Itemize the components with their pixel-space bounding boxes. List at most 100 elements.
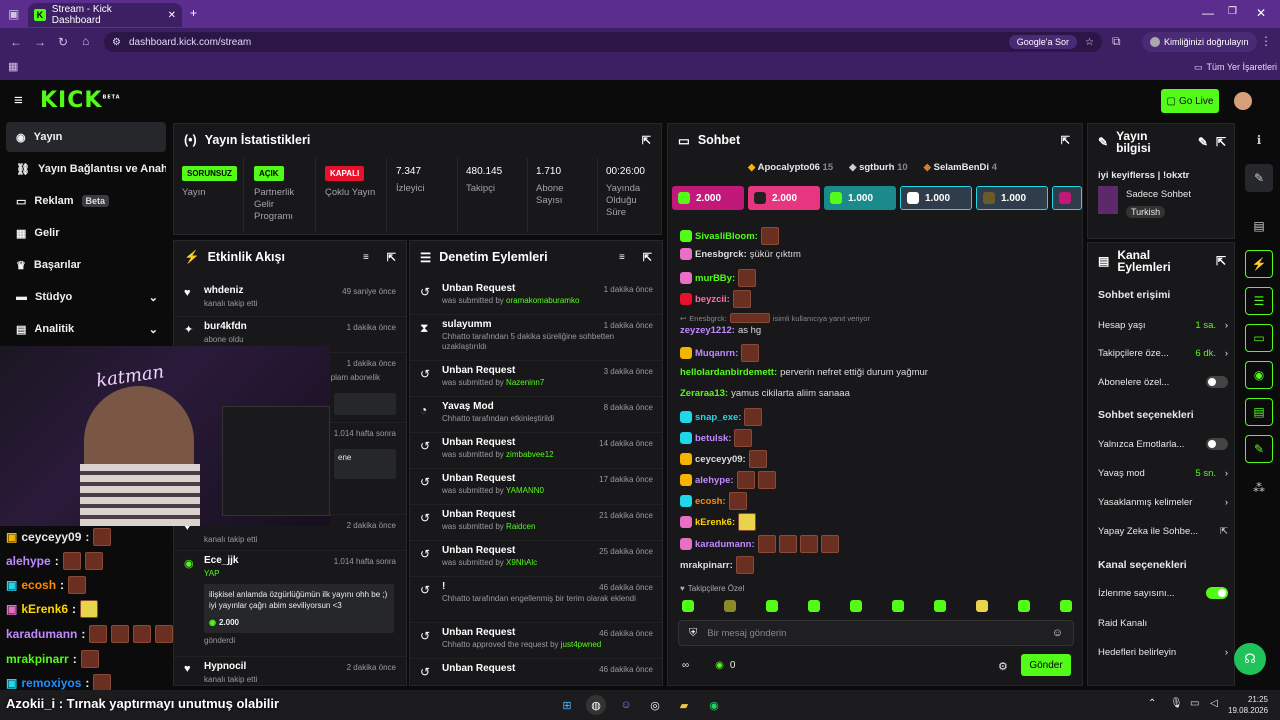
tab-menu-icon[interactable]: ▣ xyxy=(8,7,19,21)
browser-tab[interactable]: K Stream - Kick Dashboard ✕ xyxy=(28,3,182,27)
close-tab-icon[interactable]: ✕ xyxy=(168,10,176,21)
close-window-icon[interactable]: ✕ xyxy=(1256,6,1266,20)
chrome-icon[interactable]: ◍ xyxy=(586,695,606,715)
windows-start-icon[interactable]: ⊞ xyxy=(557,695,577,715)
emote[interactable] xyxy=(892,600,904,612)
activity-item-kicks[interactable]: ◉ Ece_jjk YAP 1.014 hafta sonra ilişkisel a… xyxy=(174,551,406,657)
activity-item[interactable]: ♥ whdeniz kanalı takip etti 49 saniye önce xyxy=(174,281,406,317)
setting-row[interactable]: Hesap yaşı 1 sa. › xyxy=(1098,311,1228,339)
sidebar-item-gelir[interactable]: ▦ Gelir xyxy=(6,218,166,248)
edit-icon[interactable]: ✎ xyxy=(1245,164,1273,192)
mod-action-item[interactable]: ↺ Unban Request was submitted by oramakoma… xyxy=(410,279,662,315)
go-live-button[interactable]: ▢ Go Live xyxy=(1161,89,1219,113)
more-menu-icon[interactable]: ⋮ xyxy=(1260,34,1272,48)
google-ask-button[interactable]: Google'a Sor xyxy=(1008,35,1078,49)
discord-icon[interactable]: ☺ xyxy=(616,695,636,715)
chat-message[interactable]: alehype: xyxy=(680,471,776,489)
list-icon[interactable]: ☰ xyxy=(1245,287,1273,315)
maximize-icon[interactable]: ❐ xyxy=(1228,6,1237,17)
emote[interactable] xyxy=(766,600,778,612)
network-icon[interactable]: ▭ xyxy=(1190,698,1199,709)
emote[interactable] xyxy=(808,600,820,612)
chat-settings-icon[interactable]: ⚙ xyxy=(998,660,1008,673)
home-icon[interactable]: ⌂ xyxy=(82,34,89,48)
mod-action-item[interactable]: ↺ Unban Request 46 dakika önce xyxy=(410,659,662,685)
emote[interactable] xyxy=(976,600,988,612)
top-gifter-3[interactable]: ◆ SelamBenDi 4 xyxy=(924,162,997,173)
support-headset-icon[interactable]: ☊ xyxy=(1234,643,1266,675)
all-bookmarks-link[interactable]: ▭ Tüm Yer İşaretleri xyxy=(1194,62,1277,73)
send-button[interactable]: Gönder xyxy=(1021,654,1071,676)
emote[interactable] xyxy=(1018,600,1030,612)
toggle-switch[interactable] xyxy=(1206,376,1228,388)
volume-icon[interactable]: ◁ xyxy=(1210,698,1218,709)
setting-row[interactable]: İzlenme sayısını... xyxy=(1098,579,1228,607)
chat-message[interactable]: helloIardanbirdemett: perverin nefret ett… xyxy=(680,367,928,378)
mod-action-item[interactable]: ↺ Unban Request was submitted by YAMANN0 17… xyxy=(410,469,662,505)
popout-icon[interactable]: ⇱ xyxy=(643,251,652,264)
mod-action-item[interactable]: ◔ Yavaş Mod Chhatto tarafından etkinleştir… xyxy=(410,397,662,433)
popout-icon[interactable]: ⇱ xyxy=(642,134,651,147)
setting-row[interactable]: Yasaklanmış kelimeler › xyxy=(1098,488,1228,516)
toggle-switch[interactable] xyxy=(1206,587,1228,599)
mod-action-item[interactable]: ↺ Unban Request was submitted by Raidcen 21… xyxy=(410,505,662,541)
activity-item[interactable]: ♥ Hypnocil kanalı takip etti 2 dakika önce xyxy=(174,657,406,685)
chat-message[interactable]: Muqanrn: xyxy=(680,344,760,362)
mod-action-item[interactable]: ↺ Unban Request was submitted by Nazeninn7… xyxy=(410,361,662,397)
broadcast-icon[interactable]: ◉ xyxy=(1245,361,1273,389)
emote[interactable] xyxy=(724,600,736,612)
emote[interactable] xyxy=(1060,600,1072,612)
site-info-icon[interactable]: ⚙ xyxy=(112,37,121,48)
toggle-switch[interactable] xyxy=(1206,438,1228,450)
chat-message[interactable]: mrakpinarr: xyxy=(680,556,754,574)
chat-message[interactable]: karadumann: xyxy=(680,535,839,553)
mod-action-item[interactable]: ↺! Chhatto tarafından engellenmiş bir ter… xyxy=(410,577,662,623)
identity-button[interactable]: Kimliğinizi doğrulayın xyxy=(1142,32,1257,52)
setting-row[interactable]: Raid Kanalı xyxy=(1098,609,1228,637)
chat-message[interactable]: Zeraraa13: yamus cikilarta aliim sanaaa xyxy=(680,388,850,399)
mod-action-item[interactable]: ↺ Unban Request was submitted by X9NhAlc 25… xyxy=(410,541,662,577)
setting-row[interactable]: Yalnızca Emotlarla... xyxy=(1098,430,1228,458)
chat-message[interactable]: Enesbgrck: şükür çıktım xyxy=(680,248,801,260)
kicks-tile[interactable]: 1.000 xyxy=(824,186,896,210)
file-explorer-icon[interactable]: ▰ xyxy=(674,695,694,715)
user-avatar[interactable] xyxy=(1234,92,1252,110)
minimize-icon[interactable]: — xyxy=(1202,6,1214,20)
mod-action-item[interactable]: ↺ Unban Request Chhatto approved the reque… xyxy=(410,623,662,659)
kicks-tile[interactable] xyxy=(1052,186,1082,210)
sidebar-item-yayin[interactable]: ◉ Yayın xyxy=(6,122,166,152)
sidebar-item-basarilar[interactable]: ♛ Başarılar xyxy=(6,250,166,280)
apps-grid-icon[interactable]: ▦ xyxy=(8,60,18,73)
kicks-tile[interactable]: 1.000 xyxy=(900,186,972,210)
sidebar-item-analitik[interactable]: ▤ Analitik ⌄ xyxy=(6,314,166,344)
stack-icon[interactable]: ▤ xyxy=(1245,398,1273,426)
chat-input[interactable]: ⛨ Bir mesaj gönderin ☺ xyxy=(678,620,1074,646)
steam-icon[interactable]: ◎ xyxy=(645,695,665,715)
emote[interactable] xyxy=(850,600,862,612)
mod-action-item[interactable]: ⧗ sulayumm Chhatto tarafından 5 dakika sür… xyxy=(410,315,662,361)
tray-chevron-icon[interactable]: ⌃ xyxy=(1148,698,1156,709)
sidebar-item-stream-key[interactable]: ⛓ Yayın Bağlantısı ve Anahtar xyxy=(6,154,166,184)
filter-icon[interactable]: ≡ xyxy=(363,252,369,263)
top-gifter-2[interactable]: ◆ sgtburh 10 xyxy=(849,162,908,173)
clock[interactable]: 21:25 19.08.2026 xyxy=(1228,694,1268,716)
filter-icon[interactable]: ≡ xyxy=(619,252,625,263)
kicks-tile[interactable]: 2.000 xyxy=(748,186,820,210)
sidebar-item-studyo[interactable]: ▬ Stüdyo ⌄ xyxy=(6,282,166,312)
kicks-tile[interactable]: 1.000 xyxy=(976,186,1048,210)
back-icon[interactable]: ← xyxy=(10,35,22,49)
popout-icon[interactable]: ⇱ xyxy=(1216,136,1226,148)
setting-row[interactable]: Abonelere özel... xyxy=(1098,368,1228,396)
infinity-icon[interactable]: ∞ xyxy=(682,660,689,671)
lightning-icon[interactable]: ⚡ xyxy=(1245,250,1273,278)
chat-message[interactable]: ceyceyy09: xyxy=(680,450,767,468)
emoji-icon[interactable]: ☺ xyxy=(1052,627,1063,639)
chat-message[interactable]: SivasliBloom: xyxy=(680,227,779,245)
chat-message[interactable]: ecosh: xyxy=(680,492,747,510)
extensions-icon[interactable]: ⧉ xyxy=(1112,34,1121,49)
kicks-tile[interactable]: 2.000 xyxy=(672,186,744,210)
microphone-icon[interactable]: 🎙 xyxy=(1170,698,1183,709)
hamburger-menu-icon[interactable]: ≡ xyxy=(14,92,23,109)
info-icon[interactable]: ℹ xyxy=(1245,126,1273,154)
url-input[interactable]: ⚙ dashboard.kick.com/stream Google'a Sor… xyxy=(104,32,1102,52)
